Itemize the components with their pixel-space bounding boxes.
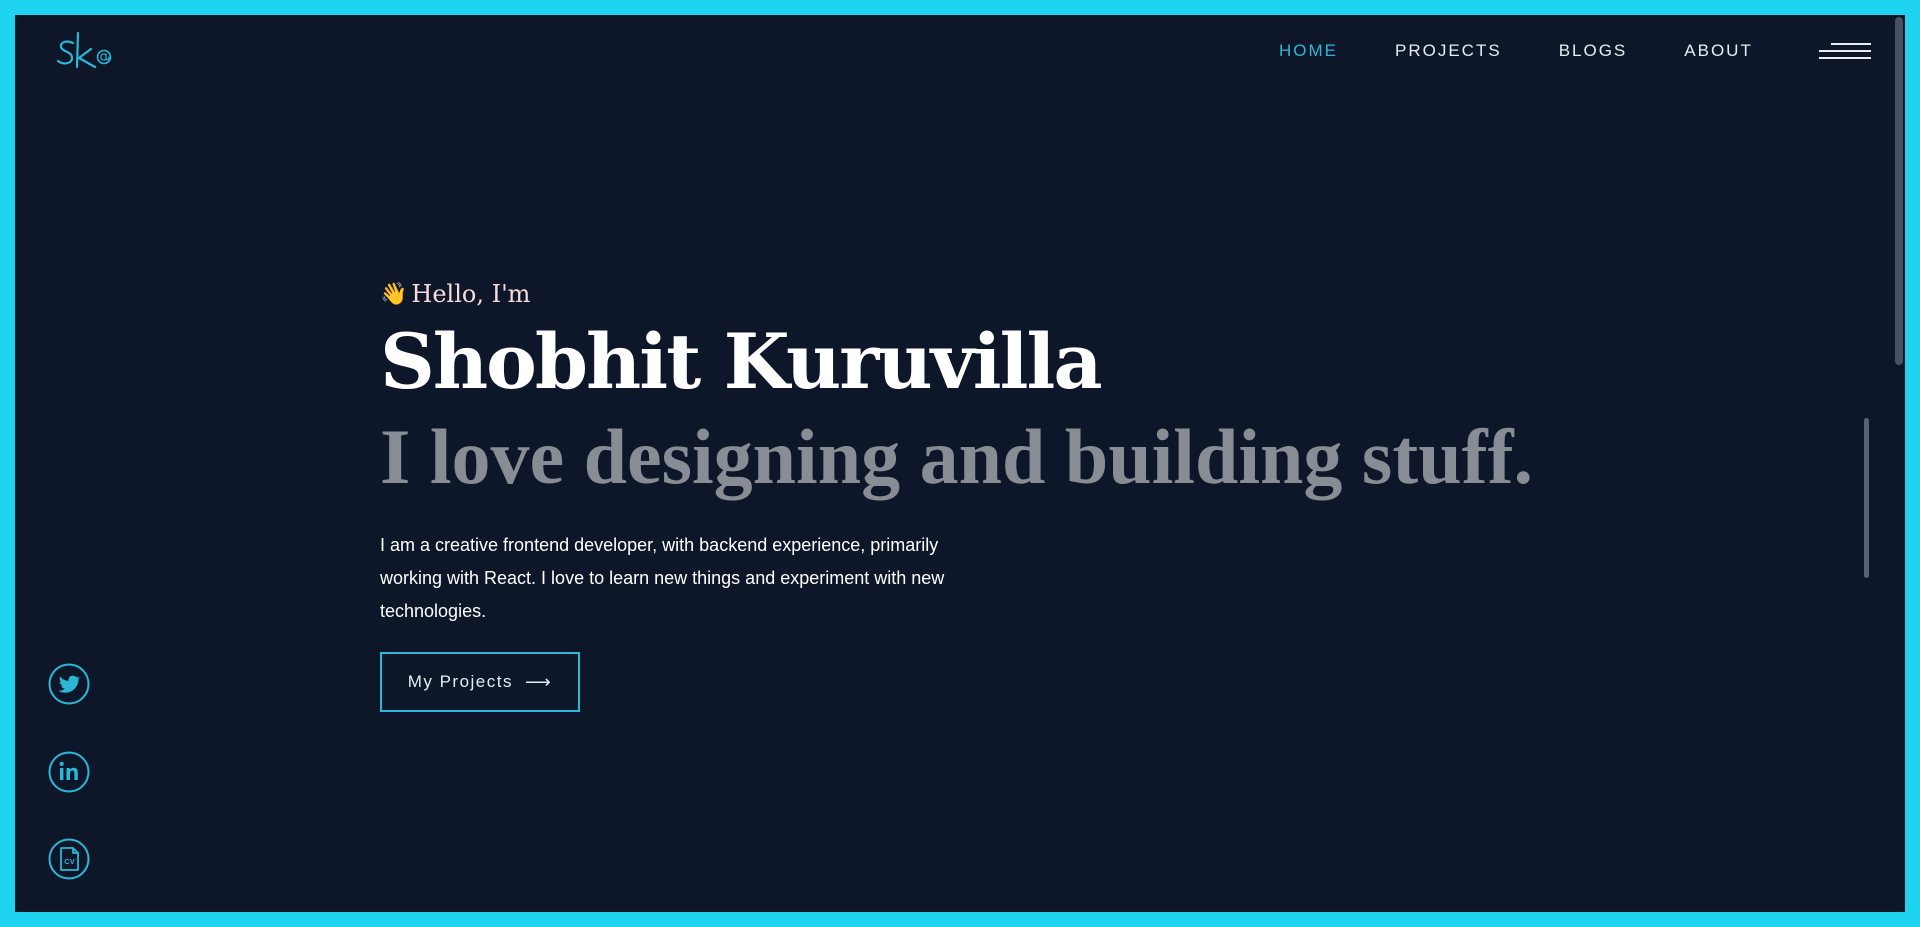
scrollbar-thumb[interactable] [1895, 17, 1903, 365]
page-frame: HOME PROJECTS BLOGS ABOUT 👋 Hello, I'm S… [15, 15, 1905, 912]
my-projects-button[interactable]: My Projects ⟶ [380, 652, 580, 712]
linkedin-link[interactable] [48, 751, 90, 793]
hamburger-menu-icon[interactable] [1819, 39, 1871, 63]
nav-home[interactable]: HOME [1279, 39, 1338, 63]
site-logo[interactable] [53, 29, 119, 75]
hero-tagline: I love designing and building stuff. [380, 413, 1534, 500]
nav-about[interactable]: ABOUT [1684, 39, 1753, 63]
nav-blogs[interactable]: BLOGS [1559, 39, 1628, 63]
waving-hand-icon: 👋 [380, 281, 408, 307]
greeting-text: Hello, I'm [411, 280, 531, 308]
nav-projects[interactable]: PROJECTS [1395, 39, 1502, 63]
hero-section: 👋 Hello, I'm Shobhit Kuruvilla I love de… [380, 277, 1533, 712]
page-scrollbar[interactable] [1893, 15, 1905, 912]
hero-bio: I am a creative frontend developer, with… [380, 535, 945, 621]
section-scroll-indicator[interactable] [1864, 418, 1869, 578]
linkedin-icon [48, 751, 90, 793]
greeting: 👋 Hello, I'm [380, 277, 1533, 311]
main-nav: HOME PROJECTS BLOGS ABOUT [1279, 39, 1810, 63]
cv-icon-text: CV [64, 857, 74, 866]
arrow-right-icon: ⟶ [524, 671, 553, 692]
logo-mark [56, 31, 112, 69]
twitter-link[interactable] [48, 663, 90, 705]
twitter-icon [48, 663, 90, 705]
cv-link[interactable]: CV [48, 838, 90, 880]
my-projects-label: My Projects [407, 672, 513, 691]
cv-icon: CV [48, 838, 90, 880]
hero-name: Shobhit Kuruvilla [380, 317, 1103, 406]
